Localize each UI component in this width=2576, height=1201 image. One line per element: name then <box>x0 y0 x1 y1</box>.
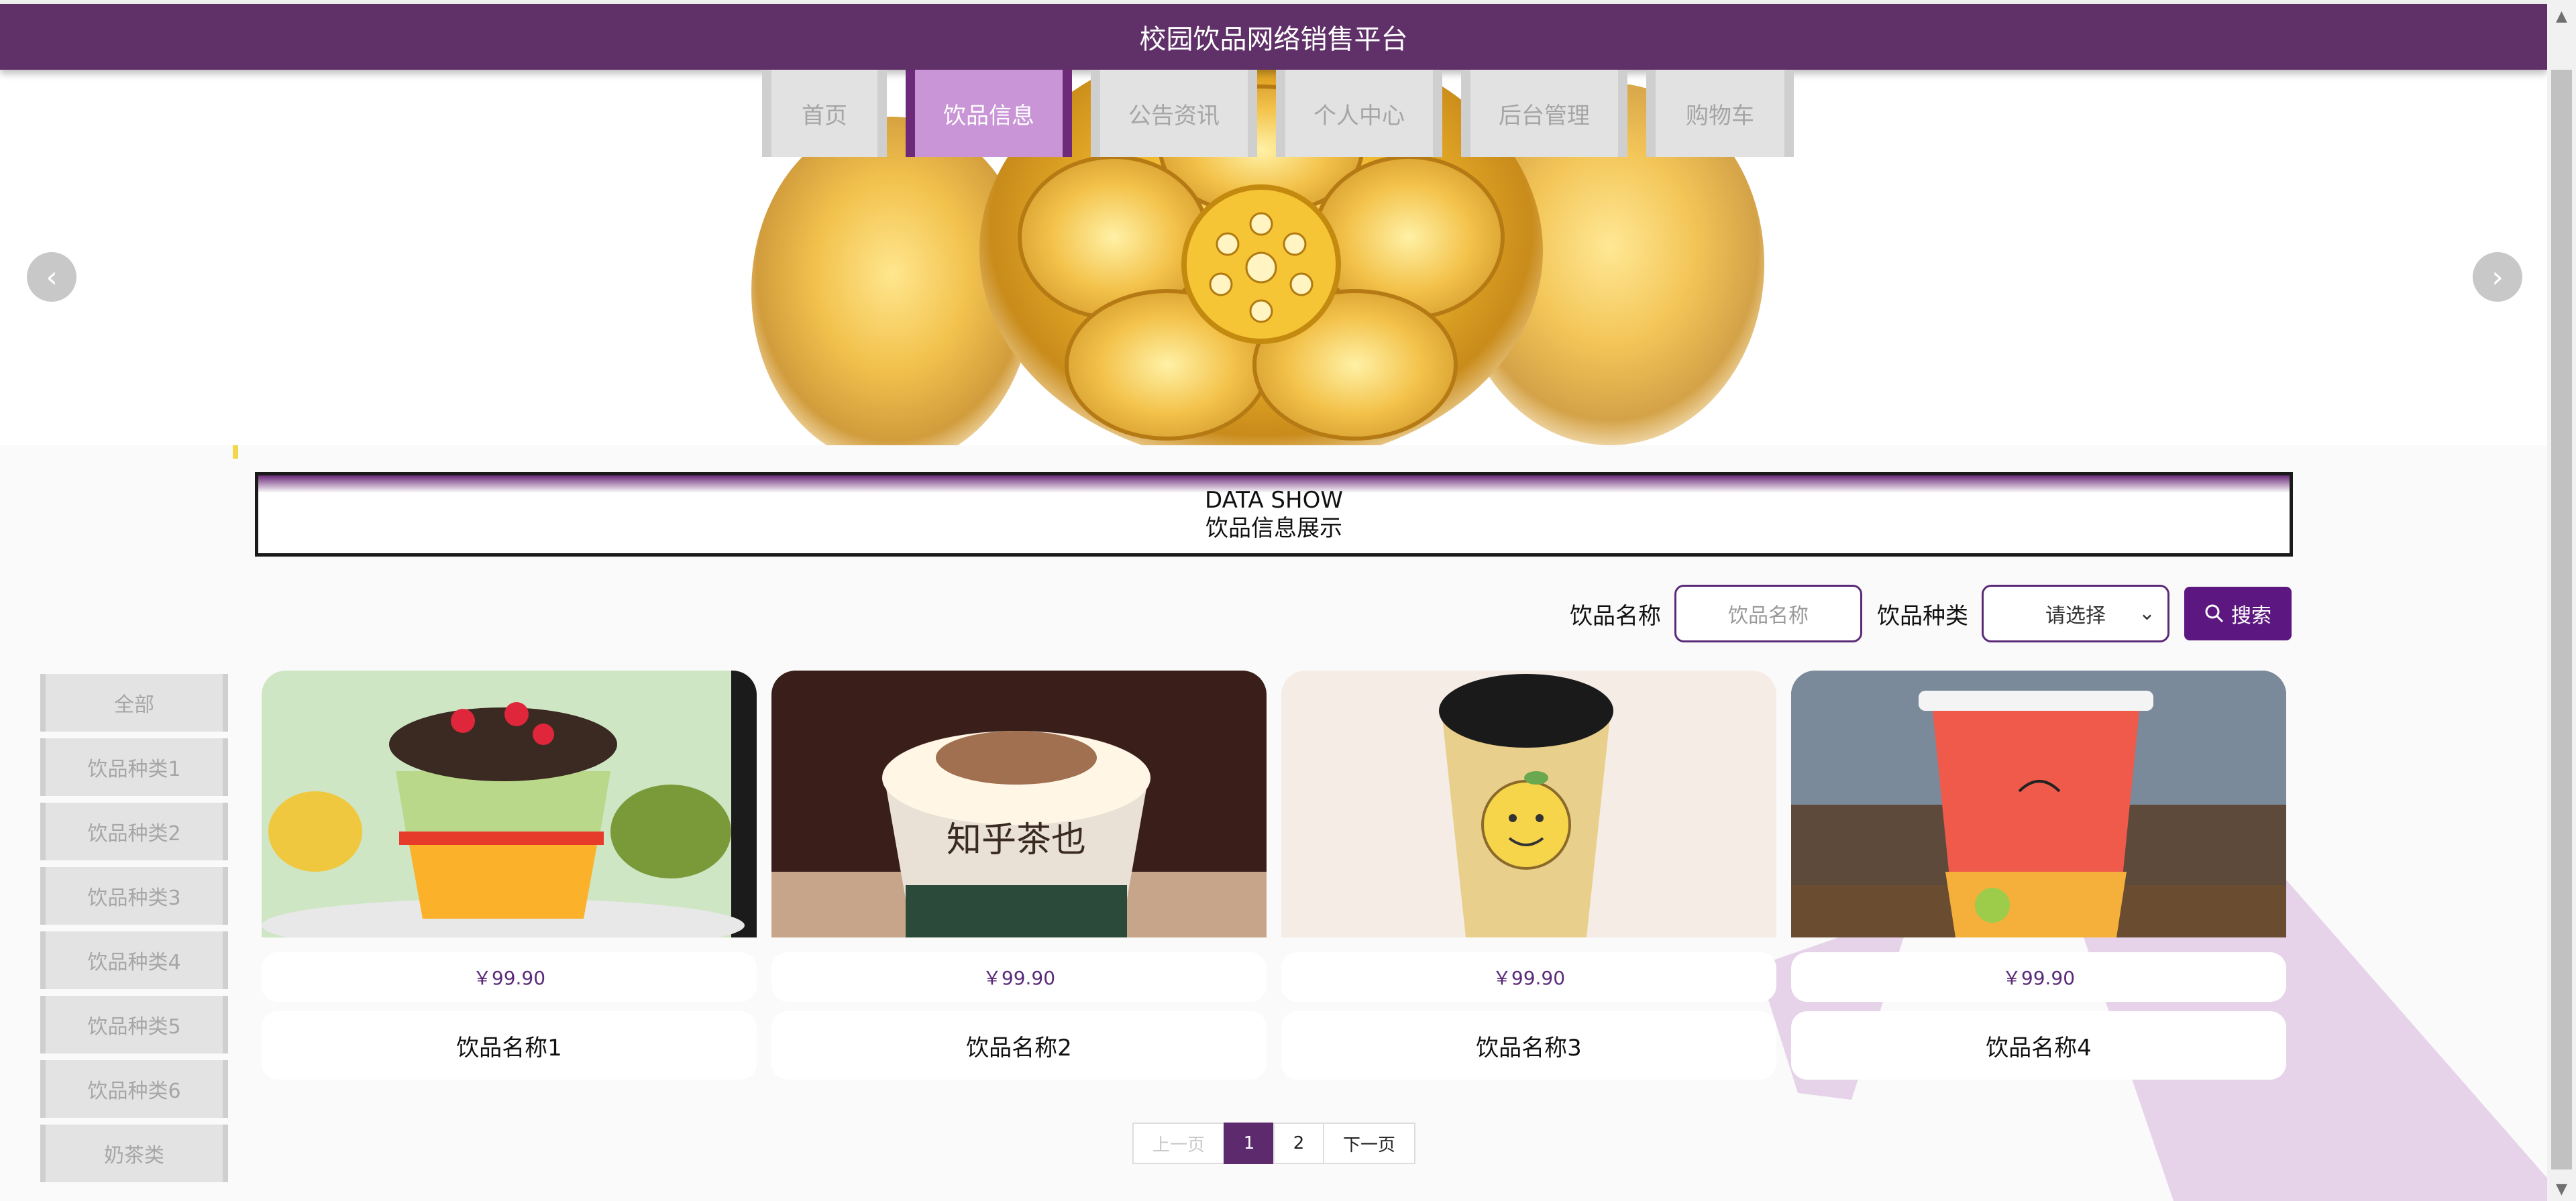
product-card[interactable]: 知乎茶也 ￥99.90 饮品名称2 <box>771 671 1267 1080</box>
section-title-cn: 饮品信息展示 <box>1205 515 1342 542</box>
product-price: ￥99.90 <box>771 952 1267 1002</box>
product-grid: ￥99.90 饮品名称1 知乎茶也 ￥99.90 饮品名称2 ￥99.90 饮品… <box>262 671 2288 1080</box>
pager-next-button[interactable]: 下一页 <box>1323 1123 1415 1164</box>
category-label: 全部 <box>114 693 154 717</box>
pager-page-2[interactable]: 2 <box>1273 1123 1324 1164</box>
svg-text:知乎茶也: 知乎茶也 <box>947 820 1086 860</box>
nav-home-label: 首页 <box>802 102 847 129</box>
category-label: 饮品种类4 <box>87 951 181 974</box>
category-label: 饮品种类6 <box>87 1080 181 1103</box>
category-label: 饮品种类3 <box>87 887 181 910</box>
pager-prev-button[interactable]: 上一页 <box>1132 1123 1225 1164</box>
product-image[interactable]: 知乎茶也 <box>771 671 1267 937</box>
drink-name-input[interactable]: 饮品名称 <box>1674 585 1862 642</box>
scrollbar-thumb[interactable] <box>2551 70 2572 1169</box>
nav-admin-label: 后台管理 <box>1499 102 1590 129</box>
product-name[interactable]: 饮品名称4 <box>1791 1011 2286 1080</box>
pager-page-1[interactable]: 1 <box>1224 1123 1275 1164</box>
category-label: 饮品种类5 <box>87 1015 181 1039</box>
nav-cart[interactable]: 购物车 <box>1646 70 1794 157</box>
drink-type-selected: 请选择 <box>2045 604 2106 628</box>
nav-personal-label: 个人中心 <box>1313 102 1405 129</box>
search-button[interactable]: 搜索 <box>2184 587 2292 640</box>
nav-cart-label: 购物车 <box>1686 102 1754 129</box>
decor-mark <box>233 445 238 459</box>
main-nav: 首页 饮品信息 公告资讯 个人中心 后台管理 购物车 <box>762 70 1794 157</box>
category-label: 饮品种类1 <box>87 758 181 781</box>
product-card[interactable]: ￥99.90 饮品名称4 <box>1791 671 2286 1080</box>
vertical-scrollbar[interactable]: ▲ ▼ <box>2547 0 2576 1201</box>
category-item[interactable]: 奶茶类 <box>40 1125 228 1182</box>
carousel-next-button[interactable]: › <box>2473 252 2522 302</box>
nav-home[interactable]: 首页 <box>762 70 887 157</box>
product-price: ￥99.90 <box>262 952 757 1002</box>
category-item[interactable]: 全部 <box>40 674 228 732</box>
product-image[interactable] <box>262 671 757 937</box>
product-image[interactable] <box>1791 671 2286 937</box>
section-title-en: DATA SHOW <box>1205 487 1343 514</box>
site-title-bar: 校园饮品网络销售平台 <box>0 4 2547 70</box>
nav-news-label: 公告资讯 <box>1128 102 1220 129</box>
product-card[interactable]: ￥99.90 饮品名称3 <box>1281 671 1776 1080</box>
search-icon <box>2205 604 2224 623</box>
nav-news[interactable]: 公告资讯 <box>1091 70 1257 157</box>
category-item[interactable]: 饮品种类5 <box>40 996 228 1053</box>
category-label: 奶茶类 <box>104 1144 164 1167</box>
nav-personal[interactable]: 个人中心 <box>1276 70 1442 157</box>
pagination: 上一页 1 2 下一页 <box>1132 1123 1415 1164</box>
search-button-label: 搜索 <box>2231 604 2271 628</box>
drink-type-label: 饮品种类 <box>1877 602 1968 630</box>
page: 校园饮品网络销售平台 首页 饮品信息 公告资讯 个人中心 后台管理 购物车 ‹ … <box>0 0 2547 1201</box>
product-card[interactable]: ￥99.90 饮品名称1 <box>262 671 757 1080</box>
category-label: 饮品种类2 <box>87 822 181 846</box>
category-item[interactable]: 饮品种类2 <box>40 803 228 860</box>
product-image[interactable] <box>1281 671 1776 937</box>
chevron-down-icon: ⌄ <box>2138 602 2155 625</box>
section-header: DATA SHOW 饮品信息展示 <box>255 472 2293 557</box>
drink-name-label: 饮品名称 <box>1570 602 1661 630</box>
product-name[interactable]: 饮品名称1 <box>262 1011 757 1080</box>
category-item[interactable]: 饮品种类4 <box>40 931 228 989</box>
category-sidebar: 全部 饮品种类1 饮品种类2 饮品种类3 饮品种类4 饮品种类5 饮品种类6 奶… <box>40 674 228 1189</box>
nav-admin[interactable]: 后台管理 <box>1461 70 1627 157</box>
product-price: ￥99.90 <box>1791 952 2286 1002</box>
category-item[interactable]: 饮品种类1 <box>40 738 228 796</box>
category-item[interactable]: 饮品种类6 <box>40 1060 228 1118</box>
product-name[interactable]: 饮品名称2 <box>771 1011 1267 1080</box>
product-name[interactable]: 饮品名称3 <box>1281 1011 1776 1080</box>
search-bar: 饮品名称 饮品名称 饮品种类 请选择 ⌄ 搜索 <box>1570 585 2292 642</box>
nav-drinks-label: 饮品信息 <box>943 102 1034 129</box>
chevron-left-icon: ‹ <box>46 260 58 294</box>
drink-type-select[interactable]: 请选择 ⌄ <box>1982 585 2169 642</box>
scroll-up-icon[interactable]: ▲ <box>2547 4 2576 28</box>
scroll-down-icon[interactable]: ▼ <box>2547 1177 2576 1201</box>
category-item[interactable]: 饮品种类3 <box>40 867 228 925</box>
product-price: ￥99.90 <box>1281 952 1776 1002</box>
nav-drinks[interactable]: 饮品信息 <box>906 70 1072 157</box>
site-title: 校园饮品网络销售平台 <box>1139 24 1408 55</box>
chevron-right-icon: › <box>2491 260 2504 294</box>
carousel-prev-button[interactable]: ‹ <box>27 252 76 302</box>
